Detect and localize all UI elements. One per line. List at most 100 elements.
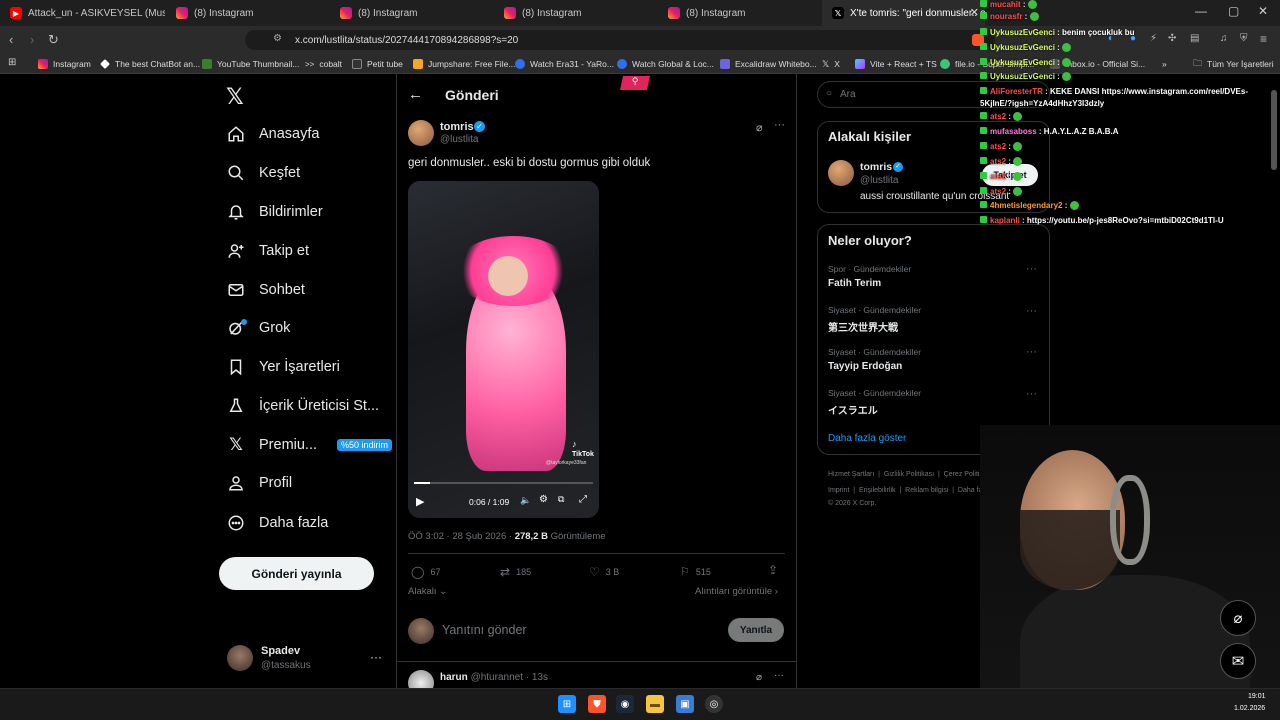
grok-icon[interactable]: ⌀ xyxy=(756,672,762,683)
nav-item-profile[interactable]: Profil xyxy=(227,469,292,497)
nav-item-grok[interactable]: Grok xyxy=(227,314,290,342)
settings-icon[interactable]: ⚙ xyxy=(539,494,548,505)
messages-floating-button[interactable]: ✉ xyxy=(1220,643,1256,679)
sort-related-dropdown[interactable]: Alakalı ⌄ xyxy=(408,586,447,597)
trend-more-icon[interactable]: ··· xyxy=(1026,388,1037,400)
bookmark-item[interactable]: The best ChatBot an... xyxy=(100,54,200,74)
reply-author-name[interactable]: harun xyxy=(440,672,468,683)
bookmark-item[interactable]: Watch Era31 - YaRo... xyxy=(515,54,614,74)
repost-action[interactable]: ⇄ 185 xyxy=(500,565,531,579)
reply-more-icon[interactable]: ··· xyxy=(774,670,784,681)
nav-item-notifications[interactable]: Bildirimler xyxy=(227,198,323,226)
bookmark-label: Watch Global & Loc... xyxy=(632,59,714,69)
browser-tab-instagram-4[interactable]: (8) Instagram xyxy=(658,0,821,26)
nav-item-premium[interactable]: 𝕏 Premiu... %50 indirim xyxy=(227,431,393,459)
nav-item-creator-studio[interactable]: İçerik Üreticisi St... xyxy=(227,392,379,420)
nav-item-follow[interactable]: Takip et xyxy=(227,237,309,265)
reply-action[interactable]: ◯ 67 xyxy=(411,565,440,579)
account-avatar[interactable] xyxy=(227,645,253,671)
footer-links[interactable]: Hizmet Şartları | Gizlilik Politikası | … xyxy=(828,471,998,478)
close-tab-icon[interactable]: ✕ xyxy=(970,6,979,19)
clock-time[interactable]: 19:01 xyxy=(1248,693,1266,700)
nav-item-more[interactable]: Daha fazla xyxy=(227,509,328,537)
bookmark-item[interactable]: Vite + React + TS xyxy=(855,54,937,74)
browser-tab-instagram-3[interactable]: (8) Instagram xyxy=(494,0,657,26)
post-more-icon[interactable]: ··· xyxy=(774,119,785,131)
footer-links[interactable]: Imprint | Erişilebilirlik | Reklam bilgi… xyxy=(828,487,1000,494)
author-name[interactable]: tomris xyxy=(440,121,474,133)
trend-item[interactable]: Siyaset · Gündemdekiler Tayyip Erdoğan xyxy=(828,347,921,372)
view-quotes-link[interactable]: Alıntıları görüntüle › xyxy=(695,586,778,597)
related-name[interactable]: tomris xyxy=(860,161,892,173)
chat-badge-icon xyxy=(980,28,987,35)
obs-icon[interactable]: ◎ xyxy=(705,695,723,713)
site-info-icon[interactable]: ⚙ xyxy=(273,33,282,44)
steam-icon[interactable]: ◉ xyxy=(616,695,634,713)
nav-item-label: Premiu... xyxy=(259,437,318,453)
start-menu-icon[interactable]: ⊞ xyxy=(558,695,576,713)
like-action[interactable]: ♡ 3 B xyxy=(589,565,619,579)
trend-more-icon[interactable]: ··· xyxy=(1026,263,1037,275)
bookmark-item[interactable]: Jumpshare: Free File... xyxy=(413,54,515,74)
author-avatar[interactable] xyxy=(408,120,434,146)
show-more-link[interactable]: Daha fazla göster xyxy=(828,433,906,444)
trend-item[interactable]: Spor · Gündemdekiler Fatih Terim xyxy=(828,264,911,289)
bookmark-item[interactable]: YouTube Thumbnail... xyxy=(202,54,299,74)
chat-message: 4hmetislegendary2 : xyxy=(980,201,1079,211)
post-video[interactable]: ♪ TikTok @taylorkaye33fan ▶ 0:06 / 1:09 … xyxy=(408,181,599,518)
x-logo-icon[interactable]: 𝕏 xyxy=(226,84,244,110)
nav-item-chat[interactable]: Sohbet xyxy=(227,276,305,304)
trends-title: Neler oluyor? xyxy=(828,233,912,248)
related-avatar[interactable] xyxy=(828,160,854,186)
back-icon[interactable]: ‹ xyxy=(9,32,13,47)
reply-count: 67 xyxy=(430,567,441,577)
trend-more-icon[interactable]: ··· xyxy=(1026,305,1037,317)
post-button[interactable]: Gönderi yayınla xyxy=(219,557,374,590)
trend-more-icon[interactable]: ··· xyxy=(1026,346,1037,358)
photos-icon[interactable]: ▣ xyxy=(676,695,694,713)
video-progress-track[interactable] xyxy=(414,482,593,484)
trend-item[interactable]: Siyaset · Gündemdekiler 第三次世界大戦 xyxy=(828,305,921,334)
bookmark-item[interactable]: Petit tube xyxy=(352,54,403,74)
nav-item-home[interactable]: Anasayfa xyxy=(227,120,319,148)
emote-icon xyxy=(1013,172,1023,182)
nav-item-explore[interactable]: Keşfet xyxy=(227,159,300,187)
related-handle[interactable]: @lustlita xyxy=(860,175,899,186)
bookmark-item[interactable]: Instagram xyxy=(38,54,91,74)
brave-taskbar-icon[interactable]: ⛊ xyxy=(588,695,606,713)
nav-item-bookmarks[interactable]: Yer İşaretleri xyxy=(227,353,340,381)
video-subject-face xyxy=(488,256,528,296)
author-handle[interactable]: @lustlita xyxy=(440,134,479,145)
verified-badge-icon: ✓ xyxy=(474,121,485,132)
browser-tab-instagram-2[interactable]: (8) Instagram xyxy=(330,0,493,26)
volume-icon[interactable]: 🔈 xyxy=(520,495,531,506)
reply-author-handle[interactable]: @hturannet xyxy=(471,672,523,683)
share-icon[interactable]: ⇪ xyxy=(768,563,778,577)
trend-item[interactable]: Siyaset · Gündemdekiler イスラエル xyxy=(828,388,921,417)
bookmark-item[interactable]: >> cobalt xyxy=(305,54,342,74)
grok-icon[interactable]: ⌀ xyxy=(756,121,763,134)
clock-date[interactable]: 1.02.2026 xyxy=(1234,705,1265,712)
chat-text: benim çocukluk bu xyxy=(1062,28,1135,37)
bookmark-item[interactable]: 𝕏X xyxy=(822,54,840,74)
folder-icon[interactable]: ▬ xyxy=(646,695,664,713)
browser-tab-x-active[interactable]: 𝕏 X'te tomris: "geri donmusler.. es ✕ xyxy=(822,0,985,26)
bookmark-item[interactable]: Excalidraw Whitebo... xyxy=(720,54,817,74)
address-bar[interactable]: ⚙ x.com/lustlita/status/2027444170894286… xyxy=(245,30,995,50)
account-more-icon[interactable]: ··· xyxy=(370,650,382,664)
browser-tab-youtube[interactable]: ▶ Attack_un - ASIKVEYSEL (Music Vide xyxy=(0,0,165,26)
reply-input[interactable]: Yanıtını gönder xyxy=(442,623,527,637)
pip-icon[interactable]: ⧉ xyxy=(558,494,564,505)
back-arrow-icon[interactable]: ← xyxy=(408,86,423,103)
fullscreen-icon[interactable]: ⤢ xyxy=(579,494,587,505)
play-icon[interactable]: ▶ xyxy=(416,495,424,508)
apps-grid-icon[interactable]: ⊞ xyxy=(8,57,16,68)
forward-icon[interactable]: › xyxy=(30,32,34,47)
grok-floating-button[interactable]: ⌀ xyxy=(1220,600,1256,636)
browser-tab-instagram-1[interactable]: (8) Instagram xyxy=(166,0,329,26)
reload-icon[interactable]: ↻ xyxy=(48,32,59,48)
bookmark-action[interactable]: ⚐ 515 xyxy=(680,565,711,578)
bookmark-item[interactable]: Watch Global & Loc... xyxy=(617,54,714,74)
reply-button[interactable]: Yanıtla xyxy=(728,618,784,642)
windows-taskbar xyxy=(0,688,1280,720)
